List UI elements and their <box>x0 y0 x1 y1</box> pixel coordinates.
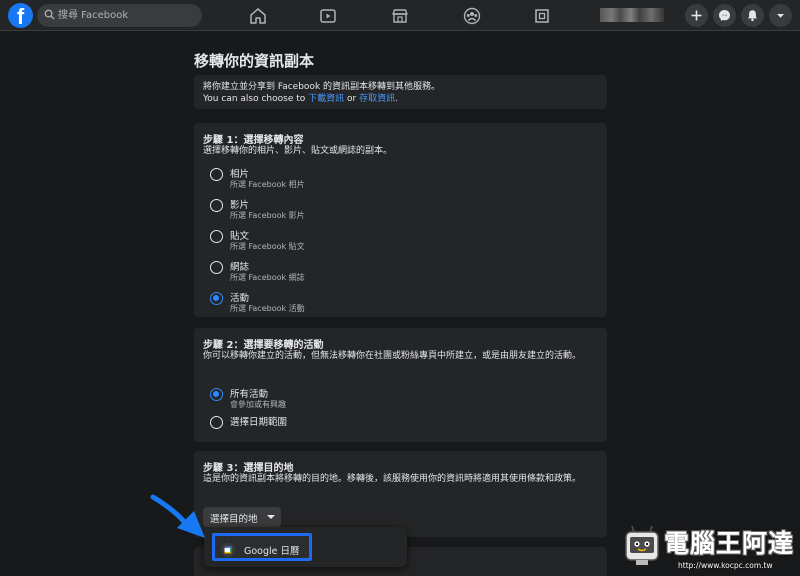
step2-title: 步驟 2：選擇要移轉的活動 <box>203 340 324 351</box>
search-box[interactable] <box>37 4 202 27</box>
choose-destination-label: 選擇目的地 <box>210 514 258 525</box>
option-label: 影片 <box>230 200 250 211</box>
step2-description: 你可以移轉你建立的活動，但無法移轉你在社團或粉絲專頁中所建立，或是由朋友建立的活… <box>203 351 582 361</box>
groups-icon[interactable] <box>462 6 482 26</box>
caret-down-icon <box>267 515 275 519</box>
facebook-logo-icon[interactable]: f <box>8 3 33 28</box>
access-info-link[interactable]: 存取資訊 <box>359 94 395 104</box>
radio-videos[interactable] <box>210 199 223 212</box>
bell-icon <box>748 10 757 22</box>
home-icon[interactable] <box>248 6 268 26</box>
option-sublabel: 所選 Facebook 活動 <box>230 304 305 313</box>
watermark: 電腦王阿達 http://www.kocpc.com.tw <box>622 520 796 574</box>
chevron-down-icon <box>777 14 784 18</box>
mascot-icon <box>625 525 659 565</box>
intro-suffix: . <box>395 94 398 104</box>
option-all-events[interactable]: 所有活動 會參加或有興趣 <box>210 384 510 412</box>
destination-dropdown-menu: Google 日曆 <box>204 527 407 567</box>
page-title: 移轉你的資訊副本 <box>194 52 315 70</box>
option-events[interactable]: 活動 所選 Facebook 活動 <box>210 288 510 316</box>
option-sublabel: 所選 Facebook 網誌 <box>230 273 305 282</box>
radio-date-range[interactable] <box>210 416 223 429</box>
intro-text: 將你建立並分享到 Facebook 的資訊副本移轉到其他服務。 You can … <box>203 81 440 105</box>
top-navigation-bar: f <box>0 0 800 31</box>
radio-photos[interactable] <box>210 168 223 181</box>
option-notes[interactable]: 網誌 所選 Facebook 網誌 <box>210 257 510 285</box>
watermark-url: http://www.kocpc.com.tw <box>678 561 773 570</box>
option-sublabel: 所選 Facebook 貼文 <box>230 242 305 251</box>
watch-icon[interactable] <box>318 6 338 26</box>
intro-mid: or <box>344 94 360 104</box>
intro-card: 將你建立並分享到 Facebook 的資訊副本移轉到其他服務。 You can … <box>194 75 607 109</box>
create-button[interactable] <box>685 4 708 27</box>
step3-title: 步驟 3：選擇目的地 <box>203 463 294 474</box>
step1-title: 步驟 1：選擇移轉內容 <box>203 135 304 146</box>
radio-posts[interactable] <box>210 230 223 243</box>
option-label: 網誌 <box>230 262 250 273</box>
option-label: 相片 <box>230 169 250 180</box>
notifications-button[interactable] <box>741 4 764 27</box>
search-input[interactable] <box>58 7 193 24</box>
radio-all-events[interactable] <box>210 388 223 401</box>
messenger-icon <box>719 10 730 21</box>
dropdown-item-google-calendar[interactable]: Google 日曆 <box>212 533 312 561</box>
option-label: 貼文 <box>230 231 250 242</box>
gaming-icon[interactable] <box>532 6 552 26</box>
google-calendar-icon <box>221 543 235 557</box>
dropdown-item-label: Google 日曆 <box>244 546 300 557</box>
radio-notes[interactable] <box>210 261 223 274</box>
option-label: 活動 <box>230 293 250 304</box>
option-sublabel: 所選 Facebook 相片 <box>230 180 305 189</box>
step1-description: 選擇移轉你的相片、影片、貼文或網誌的副本。 <box>203 146 393 156</box>
profile-name-blurred[interactable] <box>600 8 664 22</box>
messenger-button[interactable] <box>713 4 736 27</box>
search-icon <box>44 9 55 20</box>
account-menu-button[interactable] <box>769 4 792 27</box>
radio-events[interactable] <box>210 292 223 305</box>
intro-line-links: You can also choose to 下載資訊 or 存取資訊. <box>203 93 440 105</box>
option-photos[interactable]: 相片 所選 Facebook 相片 <box>210 164 510 192</box>
watermark-title: 電腦王阿達 <box>664 529 795 558</box>
option-videos[interactable]: 影片 所選 Facebook 影片 <box>210 195 510 223</box>
choose-destination-dropdown[interactable]: 選擇目的地 <box>203 507 281 527</box>
step3-description: 這是你的資訊副本將移轉的目的地。移轉後，該服務使用你的資訊時將適用其使用條款和政… <box>203 474 582 484</box>
download-info-link[interactable]: 下載資訊 <box>308 94 344 104</box>
option-label: 選擇日期範圍 <box>230 417 288 428</box>
step2-card: 步驟 2：選擇要移轉的活動 你可以移轉你建立的活動，但無法移轉你在社團或粉絲專頁… <box>194 328 607 442</box>
intro-line: 將你建立並分享到 Facebook 的資訊副本移轉到其他服務。 <box>203 82 441 92</box>
step1-card: 步驟 1：選擇移轉內容 選擇移轉你的相片、影片、貼文或網誌的副本。 相片 所選 … <box>194 123 607 317</box>
option-sublabel: 會參加或有興趣 <box>230 400 286 409</box>
marketplace-icon[interactable] <box>390 6 410 26</box>
option-label: 所有活動 <box>230 389 269 400</box>
step3-card: 步驟 3：選擇目的地 這是你的資訊副本將移轉的目的地。移轉後，該服務使用你的資訊… <box>194 451 607 537</box>
annotation-arrow-icon <box>150 494 205 538</box>
option-sublabel: 所選 Facebook 影片 <box>230 211 305 220</box>
option-posts[interactable]: 貼文 所選 Facebook 貼文 <box>210 226 510 254</box>
intro-prefix: You can also choose to <box>203 94 309 104</box>
plus-icon <box>691 10 702 21</box>
option-date-range[interactable]: 選擇日期範圍 <box>210 412 510 440</box>
